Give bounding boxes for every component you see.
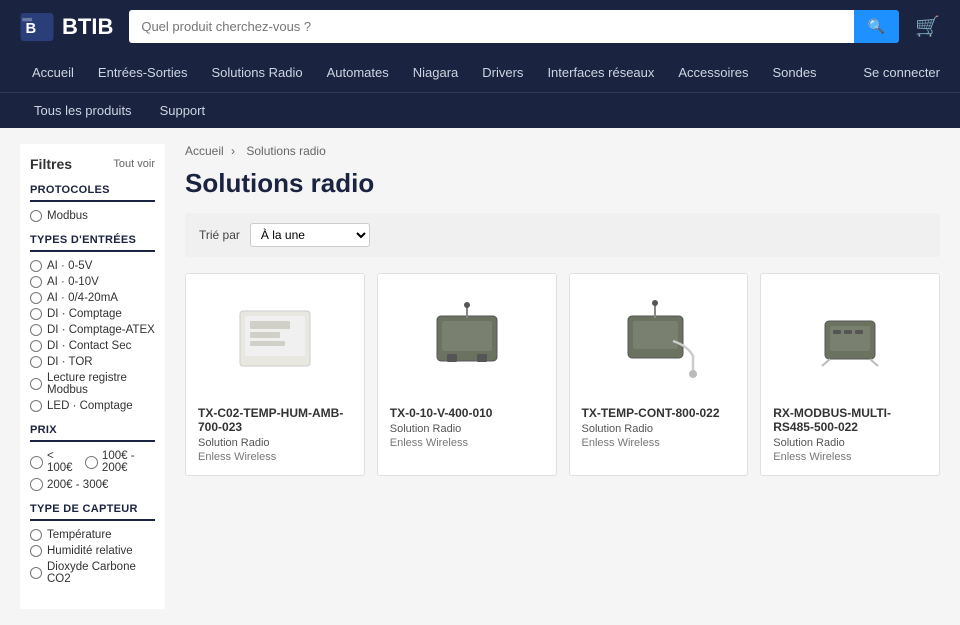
sidebar-header: Filtres Tout voir [30,156,155,172]
nav-drivers[interactable]: Drivers [470,53,535,92]
btib-logo-icon: B [20,13,54,41]
nav-top: Accueil Entrées-Sorties Solutions Radio … [0,53,960,92]
product-type-4: Solution Radio [773,437,927,449]
filter-lecture-registre[interactable]: Lecture registre Modbus [30,372,155,396]
product-image-2 [390,286,544,396]
page-title: Solutions radio [185,168,940,199]
sort-label: Trié par [199,228,240,242]
product-card-3[interactable]: TX-TEMP-CONT-800-022 Solution Radio Enle… [569,273,749,476]
nav-right: Se connecter [863,65,940,80]
header: B BTIB 🔍 🛒 [0,0,960,53]
filter-di-tor[interactable]: DI · TOR [30,356,155,368]
filter-prix-title: PRIX [30,424,155,442]
filter-temperature[interactable]: Température [30,529,155,541]
filter-ai-020ma[interactable]: AI · 0/4-20mA [30,292,155,304]
breadcrumb: Accueil › Solutions radio [185,144,940,158]
product-image-4 [773,286,927,396]
search-input[interactable] [129,10,853,43]
filter-types-title: TYPES D'ENTRÉES [30,234,155,252]
product-brand-2: Enless Wireless [390,437,544,449]
product-card-2[interactable]: TX-0-10-V-400-010 Solution Radio Enless … [377,273,557,476]
tout-voir-link[interactable]: Tout voir [113,158,155,170]
nav-support[interactable]: Support [146,93,220,128]
product-name-3: TX-TEMP-CONT-800-022 [582,406,736,420]
filter-modbus[interactable]: Modbus [30,210,155,222]
brand-name: BTIB [62,14,113,40]
nav-bottom: Tous les produits Support [0,92,960,128]
filter-protocoles-title: PROTOCOLES [30,184,155,202]
filter-di-comptage[interactable]: DI · Comptage [30,308,155,320]
breadcrumb-separator: › [231,144,238,158]
search-bar: 🔍 [129,10,899,43]
product-img-icon-3 [603,296,713,386]
product-area: Accueil › Solutions radio Solutions radi… [185,144,940,609]
filter-type-capteur: TYPE DE CAPTEUR Température Humidité rel… [30,503,155,585]
nav-automates[interactable]: Automates [315,53,401,92]
filter-di-comptage-atex[interactable]: DI · Comptage-ATEX [30,324,155,336]
nav-niagara[interactable]: Niagara [401,53,471,92]
filter-protocoles: PROTOCOLES Modbus [30,184,155,222]
search-icon: 🔍 [868,18,885,34]
price-row-1: < 100€ 100€ - 200€ [30,450,155,474]
nav-sondes[interactable]: Sondes [760,53,828,92]
product-card-4[interactable]: RX-MODBUS-MULTI-RS485-500-022 Solution R… [760,273,940,476]
breadcrumb-home[interactable]: Accueil [185,144,224,158]
product-image-3 [582,286,736,396]
filter-ai-0-10v[interactable]: AI · 0-10V [30,276,155,288]
product-name-1: TX-C02-TEMP-HUM-AMB-700-023 [198,406,352,434]
cart-icon[interactable]: 🛒 [915,14,940,39]
filter-led-comptage[interactable]: LED · Comptage [30,400,155,412]
logo-area[interactable]: B BTIB [20,13,113,41]
nav-accessoires[interactable]: Accessoires [666,53,760,92]
nav-solutions-radio[interactable]: Solutions Radio [200,53,315,92]
product-grid: TX-C02-TEMP-HUM-AMB-700-023 Solution Rad… [185,273,940,476]
sort-bar: Trié par À la une Prix croissant Prix dé… [185,213,940,257]
product-img-icon-1 [225,296,325,386]
login-link[interactable]: Se connecter [863,53,940,92]
sidebar: Filtres Tout voir PROTOCOLES Modbus TYPE… [20,144,165,609]
product-type-1: Solution Radio [198,437,352,449]
product-image-1 [198,286,352,396]
nav-interfaces-reseaux[interactable]: Interfaces réseaux [535,53,666,92]
filter-humidite[interactable]: Humidité relative [30,545,155,557]
breadcrumb-current: Solutions radio [246,144,325,158]
filter-co2[interactable]: Dioxyde Carbone CO2 [30,561,155,585]
product-brand-1: Enless Wireless [198,451,352,463]
product-card-1[interactable]: TX-C02-TEMP-HUM-AMB-700-023 Solution Rad… [185,273,365,476]
filter-prix: PRIX < 100€ 100€ - 200€ 200€ - 300€ [30,424,155,491]
price-row-2: 200€ - 300€ [30,478,155,491]
nav-tous-produits[interactable]: Tous les produits [20,93,146,128]
filter-modbus-radio[interactable] [30,210,42,222]
nav-entrees-sorties[interactable]: Entrées-Sorties [86,53,200,92]
filter-capteur-title: TYPE DE CAPTEUR [30,503,155,521]
filter-di-contact-sec[interactable]: DI · Contact Sec [30,340,155,352]
main-nav: Accueil Entrées-Sorties Solutions Radio … [20,53,829,92]
price-200-300[interactable]: 200€ - 300€ [30,478,108,491]
product-img-icon-2 [417,296,517,386]
product-img-icon-4 [800,296,900,386]
filter-modbus-label: Modbus [47,210,88,222]
product-type-2: Solution Radio [390,423,544,435]
search-button[interactable]: 🔍 [854,10,899,43]
product-type-3: Solution Radio [582,423,736,435]
sort-select[interactable]: À la une Prix croissant Prix décroissant… [250,223,370,247]
product-brand-3: Enless Wireless [582,437,736,449]
sidebar-title: Filtres [30,156,72,172]
svg-text:B: B [25,20,36,36]
product-name-2: TX-0-10-V-400-010 [390,406,544,420]
main-content: Filtres Tout voir PROTOCOLES Modbus TYPE… [0,128,960,625]
filter-ai-0-5v[interactable]: AI · 0-5V [30,260,155,272]
product-brand-4: Enless Wireless [773,451,927,463]
nav-accueil[interactable]: Accueil [20,53,86,92]
price-100-200[interactable]: 100€ - 200€ [85,450,155,474]
price-under-100[interactable]: < 100€ [30,450,77,474]
filter-types-entrees: TYPES D'ENTRÉES AI · 0-5V AI · 0-10V AI … [30,234,155,412]
product-name-4: RX-MODBUS-MULTI-RS485-500-022 [773,406,927,434]
